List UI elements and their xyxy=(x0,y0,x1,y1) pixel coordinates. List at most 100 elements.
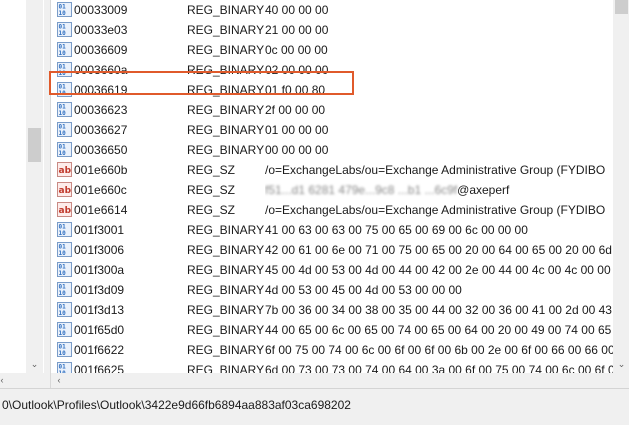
value-type: REG_BINARY xyxy=(187,43,265,57)
value-data: 01 00 00 00 xyxy=(265,123,329,137)
value-name: 00033009 xyxy=(74,3,128,17)
value-row[interactable]: 01 10 001f300a REG_BINARY 45 00 4d 00 53 00 … xyxy=(51,260,613,280)
svg-text:10: 10 xyxy=(59,350,67,357)
value-name: 001f3d09 xyxy=(74,283,125,297)
value-data: 44 00 65 00 6c 00 65 00 74 00 65 00 64 0… xyxy=(265,323,613,337)
svg-text:10: 10 xyxy=(59,30,67,37)
value-name: 00036627 xyxy=(74,123,128,137)
value-row[interactable]: ab 001e660b REG_SZ/o=ExchangeLabs/ou=Excha… xyxy=(51,160,613,180)
tree-scroll-thumb[interactable] xyxy=(28,128,41,162)
binary-value-icon: 0110 xyxy=(57,222,72,237)
binary-value-icon: 0110 xyxy=(57,42,72,57)
value-type: REG_SZ xyxy=(187,203,236,217)
value-type: REG_BINARY xyxy=(187,3,265,17)
status-bar: 0\Outlook\Profiles\Outlook\3422e9d66fb68… xyxy=(0,388,629,425)
value-name: 00036650 xyxy=(74,143,128,157)
value-data: 7b 00 36 00 34 00 38 00 35 00 44 00 32 0… xyxy=(265,303,613,317)
value-type: REG_BINARY xyxy=(187,323,265,337)
value-name: 001f6622 xyxy=(74,343,125,357)
binary-value-icon: 0110 xyxy=(57,102,72,117)
svg-text:ab: ab xyxy=(59,206,72,216)
value-type: REG_BINARY xyxy=(187,23,265,37)
value-data: 40 00 00 00 xyxy=(265,3,329,17)
svg-text:10: 10 xyxy=(59,10,67,17)
value-row[interactable]: 01 10 00033009 REG_BINARY 40 00 00 00 xyxy=(51,0,613,20)
scrollbar-corner xyxy=(613,373,629,388)
value-data: 42 00 61 00 6e 00 71 00 75 00 65 00 20 0… xyxy=(265,243,613,257)
value-data: 00 00 00 00 xyxy=(265,143,329,157)
value-name: 00036623 xyxy=(74,103,128,117)
value-row[interactable]: 01 10 00036609 REG_BINARY 0c 00 00 00 xyxy=(51,40,613,60)
value-name: 001f3001 xyxy=(74,223,125,237)
binary-value-icon: 0110 xyxy=(57,262,72,277)
svg-text:10: 10 xyxy=(59,290,67,297)
binary-value-icon: 0110 xyxy=(57,242,72,257)
value-name: 001f300a xyxy=(74,263,125,277)
string-value-icon: ab xyxy=(57,202,72,217)
svg-text:ab: ab xyxy=(59,166,72,176)
value-data: 2f 00 00 00 xyxy=(265,103,326,117)
value-row[interactable]: 01 10 001f3d09 REG_BINARY 4d 00 53 00 45 00 … xyxy=(51,280,613,300)
value-data: f51...d1 6281 479e...9c8 ...b1 ...6c9f@a… xyxy=(265,183,613,197)
svg-text:10: 10 xyxy=(59,110,67,117)
value-name: 001f3006 xyxy=(74,243,125,257)
binary-value-icon: 0110 xyxy=(57,122,72,137)
binary-value-icon: 0110 xyxy=(57,342,72,357)
binary-value-icon: 0110 xyxy=(57,142,72,157)
value-type: REG_SZ xyxy=(187,163,236,177)
svg-text:ab: ab xyxy=(59,186,72,196)
scroll-left-arrow-icon[interactable]: ‹ xyxy=(51,374,67,387)
value-row[interactable]: 01 10 001f3006 REG_BINARY 42 00 61 00 6e 00 … xyxy=(51,240,613,260)
binary-value-icon: 0110 xyxy=(57,282,72,297)
value-row[interactable]: 01 10 001f3d13 REG_BINARY 7b 00 36 00 34 00 … xyxy=(51,300,613,320)
key-tree-pane[interactable]: ⌄ ‹ xyxy=(0,0,44,388)
value-row[interactable]: 01 10 001f3001 REG_BINARY 41 00 63 00 63 00 … xyxy=(51,220,613,240)
value-data: 21 00 00 00 xyxy=(265,23,329,37)
value-type: REG_BINARY xyxy=(187,103,265,117)
svg-text:10: 10 xyxy=(59,310,67,317)
scroll-left-arrow-icon[interactable]: ‹ xyxy=(0,374,12,387)
value-type: REG_BINARY xyxy=(187,303,265,317)
values-scroll-thumb[interactable] xyxy=(615,0,628,14)
value-type: REG_BINARY xyxy=(187,243,265,257)
string-value-icon: ab xyxy=(57,182,72,197)
binary-value-icon: 0110 xyxy=(57,22,72,37)
binary-value-icon: 0110 xyxy=(57,322,72,337)
value-type: REG_BINARY xyxy=(187,263,265,277)
scroll-down-arrow-icon[interactable]: ⌄ xyxy=(613,358,629,371)
value-name: 001e6614 xyxy=(74,203,128,217)
value-data: 0c 00 00 00 xyxy=(265,43,328,57)
value-data: /o=ExchangeLabs/ou=Exchange Administrati… xyxy=(265,163,606,177)
value-name: 00036609 xyxy=(74,43,128,57)
values-vertical-scrollbar[interactable]: ⌄ xyxy=(613,0,629,373)
value-row[interactable]: ab 001e660c REG_SZ f51...d1 6281 479e...9c8… xyxy=(51,180,613,200)
value-row[interactable]: 01 10 00036650 REG_BINARY 00 00 00 00 xyxy=(51,140,613,160)
value-data: 41 00 63 00 63 00 75 00 65 00 69 00 6c 0… xyxy=(265,223,528,237)
value-data-visible: @axeperf xyxy=(457,183,510,197)
svg-text:10: 10 xyxy=(59,250,67,257)
value-type: REG_BINARY xyxy=(187,283,265,297)
value-type: REG_SZ xyxy=(187,183,236,197)
value-name: 001f65d0 xyxy=(74,323,125,337)
value-name: 00033e03 xyxy=(74,23,128,37)
value-row[interactable]: ab 001e6614 REG_SZ/o=ExchangeLabs/ou=Excha… xyxy=(51,200,613,220)
values-pane[interactable]: 01 10 00033009 REG_BINARY 40 00 00 00 01 10 000… xyxy=(50,0,629,388)
registry-path: 0\Outlook\Profiles\Outlook\3422e9d66fb68… xyxy=(2,398,351,412)
value-data: 4d 00 53 00 45 00 4d 00 53 00 00 00 xyxy=(265,283,462,297)
value-row[interactable]: 01 10 001f6622 REG_BINARY 6f 00 75 00 74 00 … xyxy=(51,340,613,360)
value-type: REG_BINARY xyxy=(187,343,265,357)
value-type: REG_BINARY xyxy=(187,223,265,237)
value-row[interactable]: 01 10 00036627 REG_BINARY 01 00 00 00 xyxy=(51,120,613,140)
values-horizontal-scrollbar[interactable]: ‹ xyxy=(51,373,613,388)
svg-text:10: 10 xyxy=(59,150,67,157)
value-row[interactable]: 01 10 00036623 REG_BINARY 2f 00 00 00 xyxy=(51,100,613,120)
value-name: 001e660b xyxy=(74,163,128,177)
scroll-down-arrow-icon[interactable]: ⌄ xyxy=(26,358,43,371)
tree-vertical-scrollbar[interactable]: ⌄ xyxy=(26,0,43,373)
value-row[interactable]: 01 10 001f65d0 REG_BINARY 44 00 65 00 6c 00 … xyxy=(51,320,613,340)
svg-text:10: 10 xyxy=(59,230,67,237)
value-row[interactable]: 01 10 00033e03 REG_BINARY 21 00 00 00 xyxy=(51,20,613,40)
value-data: 45 00 4d 00 53 00 4d 00 44 00 42 00 2e 0… xyxy=(265,263,613,277)
value-type: REG_BINARY xyxy=(187,143,265,157)
tree-horizontal-scrollbar[interactable]: ‹ xyxy=(0,373,44,388)
